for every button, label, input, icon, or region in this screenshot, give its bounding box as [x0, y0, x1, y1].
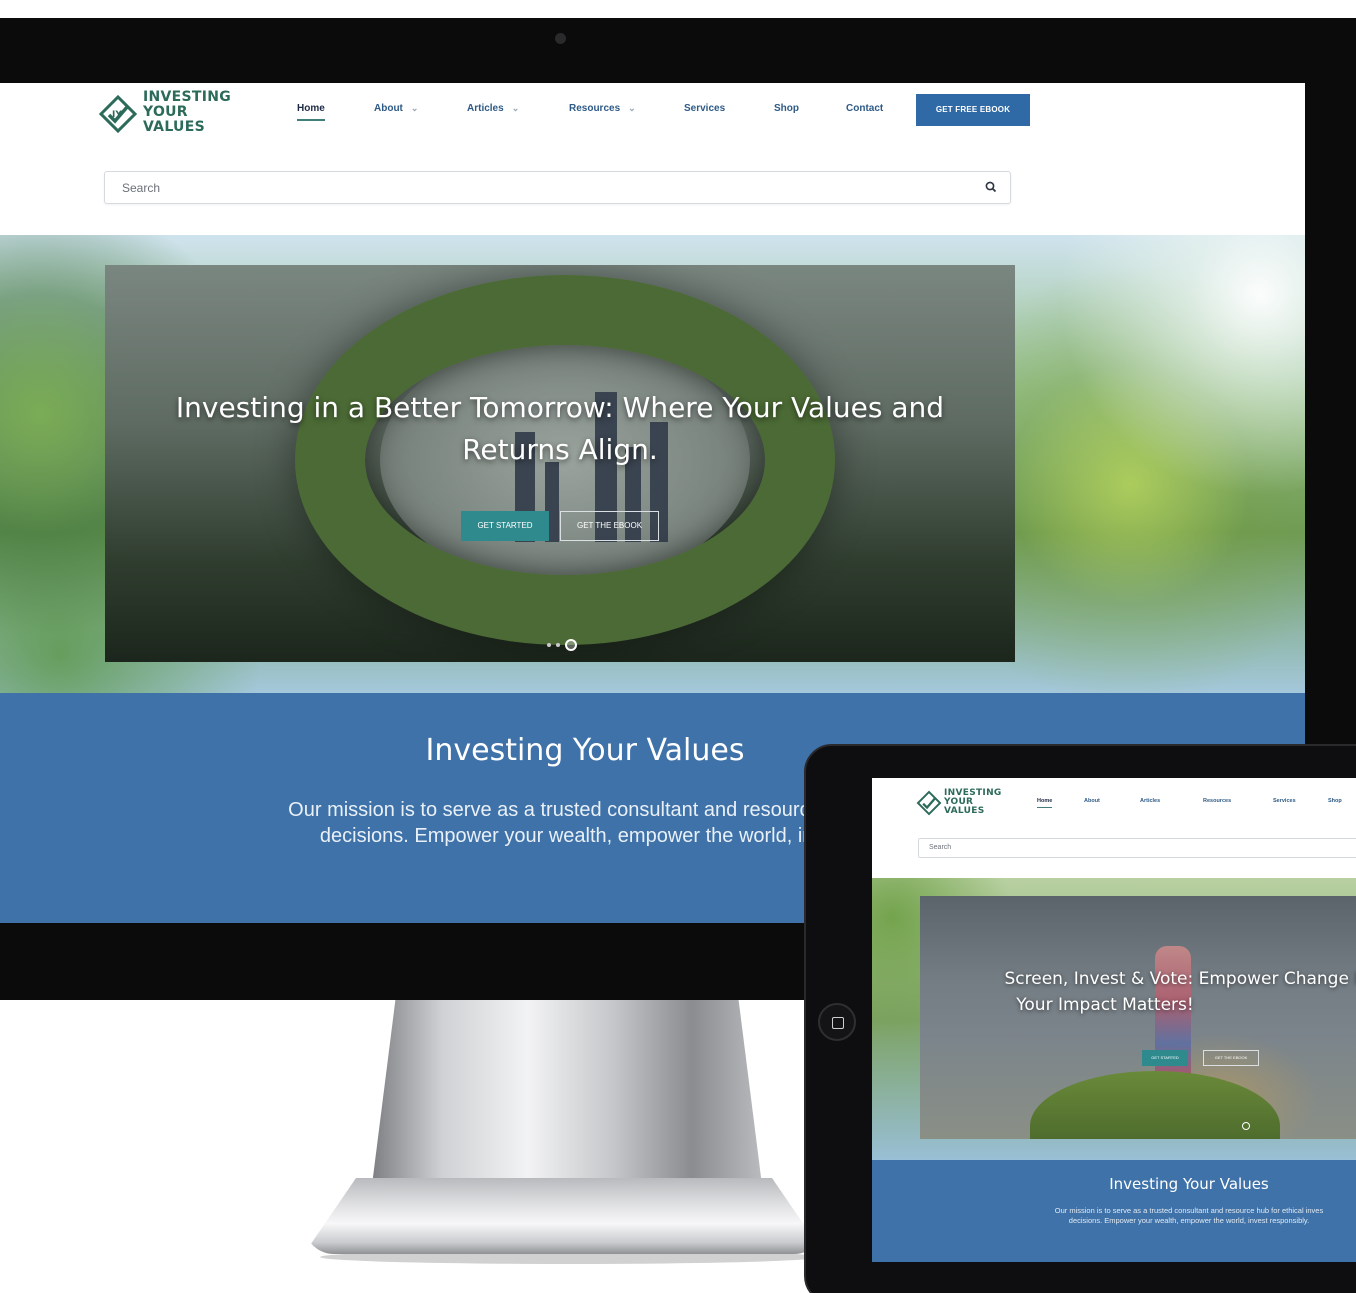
tablet-nav-resources[interactable]: Resources [1203, 798, 1231, 804]
iyv-logo-icon [916, 790, 942, 816]
nav-articles-label: Articles [467, 103, 504, 114]
monitor-stand-base [304, 1178, 824, 1254]
tablet-slider-dot[interactable] [1242, 1122, 1250, 1130]
nav-services-label: Services [684, 103, 726, 114]
chevron-down-icon: ⌄ [511, 103, 520, 113]
tablet-nav-articles[interactable]: Articles [1140, 798, 1160, 804]
logo-line-3: VALUES [944, 806, 985, 816]
search-icon[interactable] [984, 180, 998, 194]
tablet-hero-headline: Screen, Invest & Vote: Empower Change Re… [920, 966, 1356, 1018]
camera-icon [555, 33, 566, 44]
monitor-stand-neck [372, 1000, 762, 1185]
logo-wordmark: INVESTING YOUR VALUES [143, 90, 231, 135]
nav-contact[interactable]: Contact [846, 103, 883, 114]
nav-services[interactable]: Services [684, 103, 725, 114]
tablet-nav-home[interactable]: Home [1037, 798, 1053, 808]
nav-articles[interactable]: Articles ⌄ [467, 103, 519, 114]
hero-slide: Investing in a Better Tomorrow: Where Yo… [105, 265, 1015, 662]
chevron-down-icon: ⌄ [410, 103, 419, 113]
tablet-nav-about-label: About [1084, 798, 1100, 804]
tablet-hero-slide: Screen, Invest & Vote: Empower Change Re… [920, 896, 1356, 1139]
tablet-nav-shop[interactable]: Shop [1328, 798, 1342, 804]
slider-dot-1[interactable] [547, 643, 551, 647]
tablet-mission-section: Investing Your Values Our mission is to … [872, 1160, 1356, 1262]
logo-line-2: YOUR [143, 104, 188, 120]
logo-wordmark: INVESTING YOUR VALUES [944, 789, 1002, 816]
slider-dot-2[interactable] [556, 643, 560, 647]
hero-headline-line-1: Investing in a Better Tomorrow: Where Yo… [175, 391, 945, 424]
svg-text:IY: IY [112, 110, 122, 120]
tablet-mission-text-line-1: Our mission is to serve as a trusted con… [1054, 1206, 1324, 1215]
search-input[interactable]: Search [104, 171, 1011, 204]
logo-line-3: VALUES [143, 119, 205, 135]
nav-resources[interactable]: Resources ⌄ [569, 103, 636, 114]
device-mockup-stage: IY INVESTING YOUR VALUES Home About ⌄ Art… [0, 0, 1356, 1293]
chevron-down-icon: ⌄ [628, 103, 636, 113]
tablet-search-input[interactable]: Search [918, 838, 1356, 858]
tablet-nav-about[interactable]: About [1084, 798, 1100, 804]
tablet-mission-text-line-2: decisions. Empower your wealth, empower … [1068, 1216, 1310, 1225]
tablet-search-placeholder: Search [929, 844, 952, 851]
nav-home[interactable]: Home [297, 103, 325, 121]
tablet-home-button[interactable] [818, 1003, 856, 1041]
tablet-nav-services-label: Services [1273, 798, 1296, 804]
tablet-mission-title: Investing Your Values [1109, 1175, 1269, 1193]
nav-home-label: Home [297, 103, 325, 114]
get-the-ebook-button[interactable]: GET THE EBOOK [560, 511, 659, 541]
tablet-hero-headline-line-1: Screen, Invest & Vote: Empower Change Re… [1004, 969, 1356, 989]
desktop-header: IY INVESTING YOUR VALUES Home About ⌄ Art… [0, 83, 1305, 135]
nav-about-label: About [374, 103, 403, 114]
get-started-button[interactable]: GET STARTED [461, 511, 549, 541]
search-placeholder: Search [122, 181, 161, 195]
desktop-logo[interactable]: IY INVESTING YOUR VALUES [98, 88, 258, 135]
nav-shop-label: Shop [774, 103, 799, 114]
logo-line-1: INVESTING [143, 89, 232, 105]
tablet-nav-articles-label: Articles [1140, 798, 1161, 804]
get-free-ebook-button[interactable]: GET FREE EBOOK [916, 94, 1030, 126]
tablet-nav-home-label: Home [1037, 798, 1053, 804]
slider-dots [545, 638, 585, 652]
hero-headline: Investing in a Better Tomorrow: Where Yo… [105, 387, 1015, 471]
slider-dot-3[interactable] [565, 639, 577, 651]
tablet-logo[interactable]: INVESTING YOUR VALUES [916, 788, 1001, 818]
hero-headline-line-2: Returns Align. [462, 433, 658, 466]
tablet-get-started-button[interactable]: GET STARTED [1142, 1050, 1188, 1066]
tablet-nav-resources-label: Resources [1203, 798, 1232, 804]
nav-shop[interactable]: Shop [774, 103, 799, 114]
nav-about[interactable]: About ⌄ [374, 103, 418, 114]
tablet-nav-shop-label: Shop [1328, 798, 1342, 804]
tablet-screen: INVESTING YOUR VALUES Home About Article… [872, 778, 1356, 1262]
nav-contact-label: Contact [846, 103, 884, 114]
tablet-get-the-ebook-button[interactable]: GET THE EBOOK [1203, 1050, 1259, 1066]
tablet-nav-services[interactable]: Services [1273, 798, 1296, 804]
tablet-mission-text: Our mission is to serve as a trusted con… [982, 1206, 1356, 1226]
tablet-hero-headline-line-2: Your Impact Matters! [1016, 995, 1194, 1015]
iyv-logo-icon: IY [98, 94, 138, 134]
nav-resources-label: Resources [569, 103, 621, 114]
